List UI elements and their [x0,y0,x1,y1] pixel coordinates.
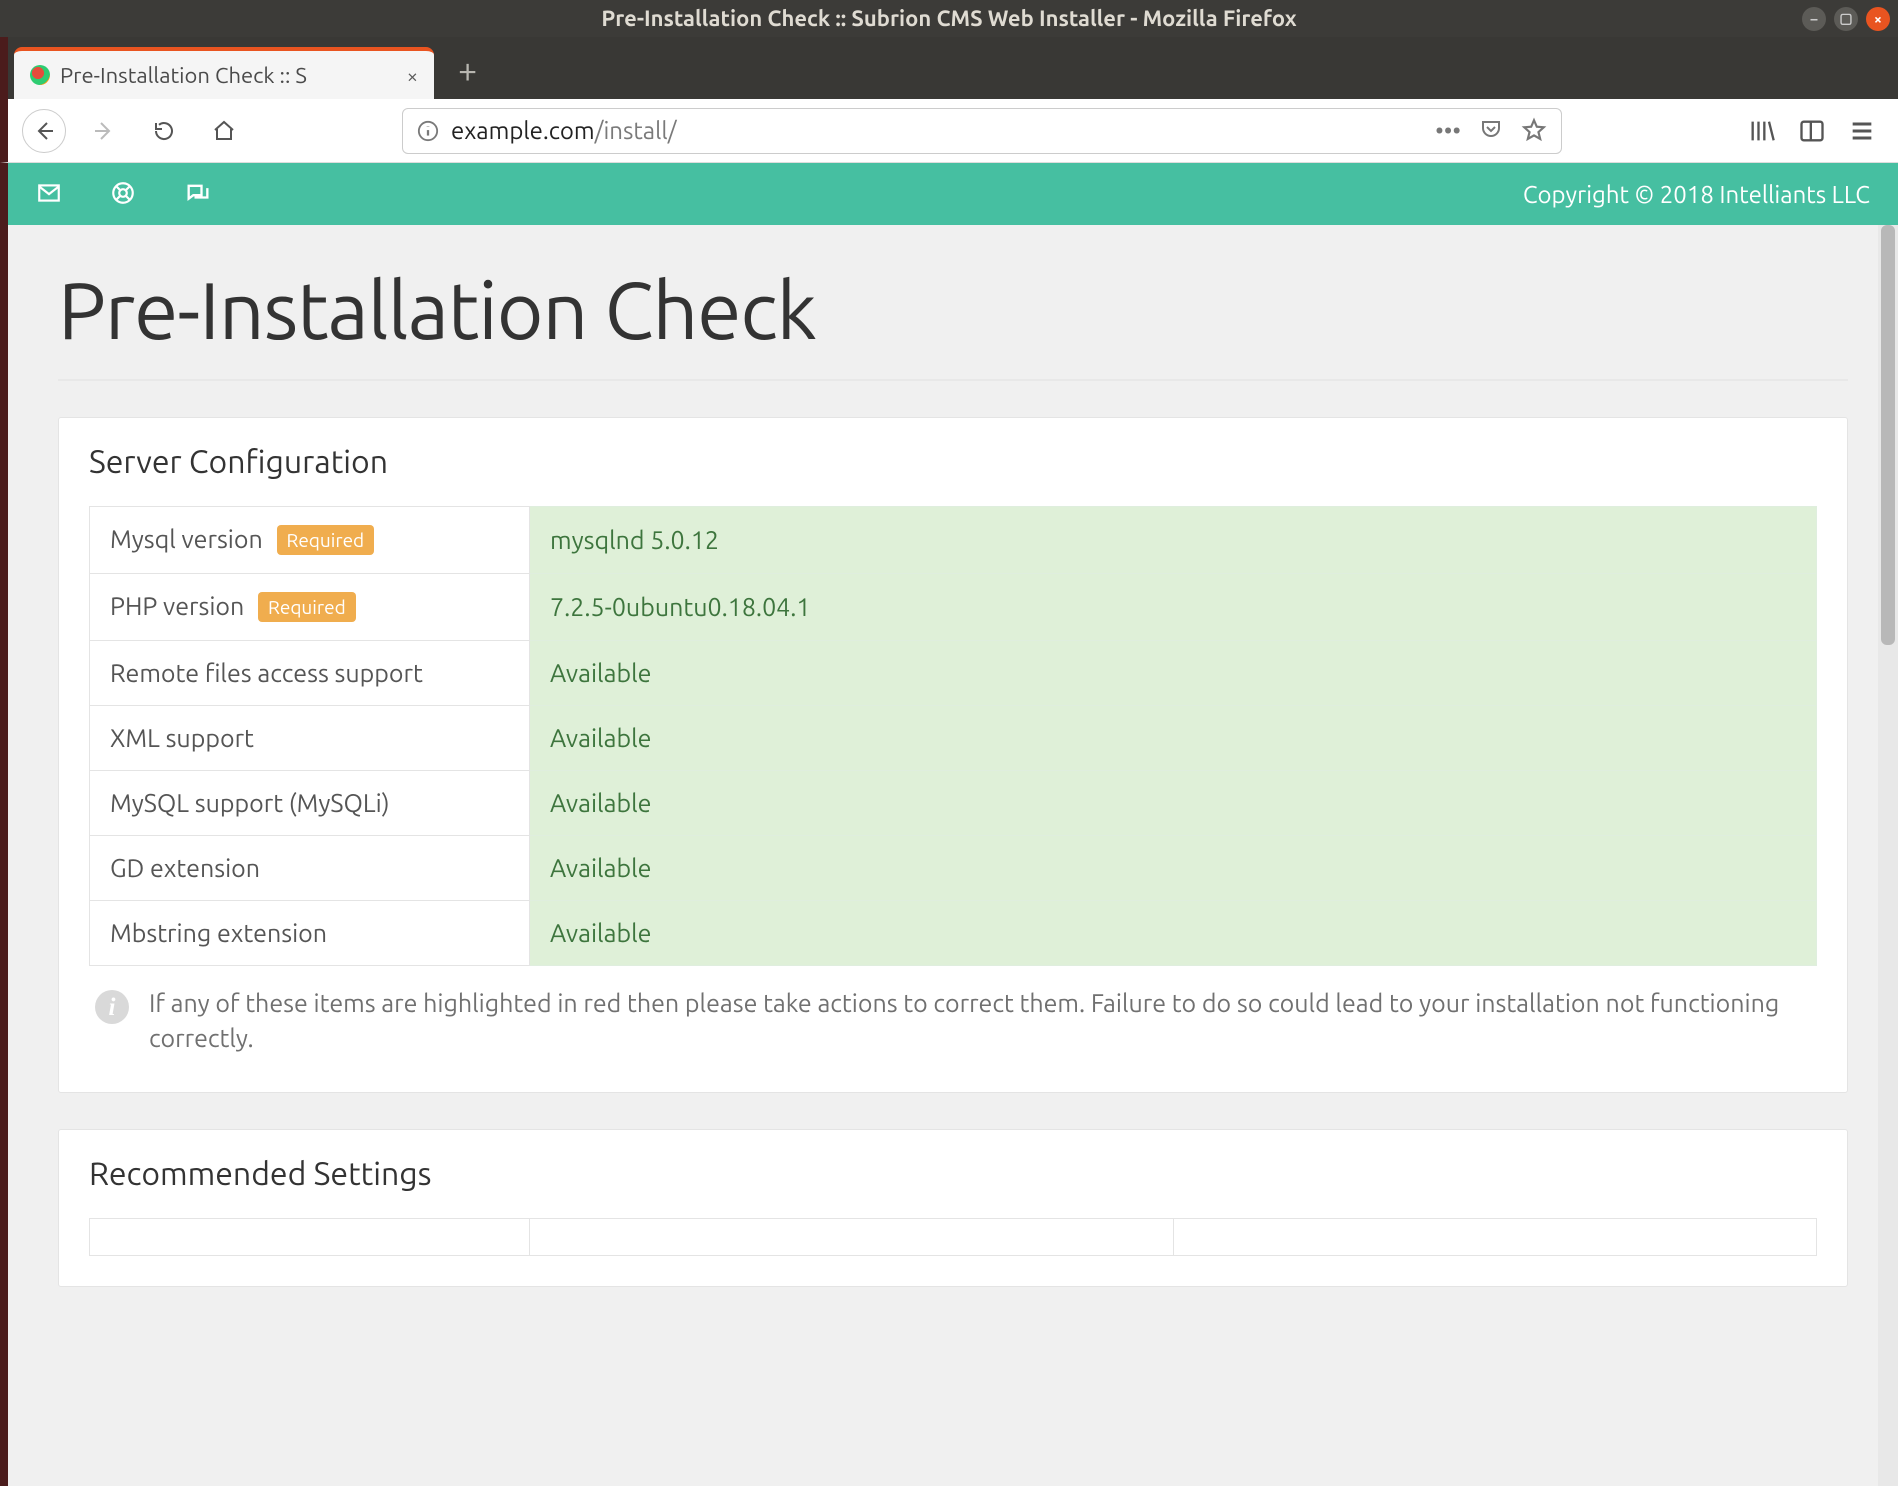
app-topbar: Copyright © 2018 Intelliants LLC [8,163,1898,225]
window-close-button[interactable]: × [1866,7,1890,31]
new-tab-button[interactable]: + [434,51,501,99]
scrollbar-track[interactable] [1878,225,1898,1486]
library-icon[interactable] [1748,117,1776,145]
check-value: mysqlnd 5.0.12 [530,507,1817,574]
window-controls: – ▢ × [1802,7,1890,31]
home-button[interactable] [202,109,246,153]
scrollbar-thumb[interactable] [1881,225,1895,645]
mail-icon[interactable] [36,180,62,206]
browser-tab[interactable]: Pre-Installation Check :: S × [14,47,434,99]
window-maximize-button[interactable]: ▢ [1834,7,1858,31]
reload-icon [152,119,176,143]
info-note-text: If any of these items are highlighted in… [149,986,1811,1056]
info-icon: i [95,990,129,1024]
chat-icon[interactable] [184,180,212,208]
panel-heading: Recommended Settings [59,1130,1847,1218]
browser-tabstrip: Pre-Installation Check :: S × + [0,37,1898,99]
recommended-settings-panel: Recommended Settings [58,1129,1848,1287]
table-row: Remote files access support Available [90,641,1817,706]
bookmark-star-icon[interactable] [1521,117,1547,143]
window-title: Pre-Installation Check :: Subrion CMS We… [601,6,1296,31]
site-info-icon[interactable] [417,120,439,142]
check-value: Available [530,641,1817,706]
server-config-table: Mysql version Requiredmysqlnd 5.0.12PHP … [89,506,1817,966]
sidebar-icon[interactable] [1798,117,1826,145]
check-label: GD extension [90,836,530,901]
server-config-panel: Server Configuration Mysql version Requi… [58,417,1848,1093]
table-row: Mysql version Requiredmysqlnd 5.0.12 [90,507,1817,574]
page-viewport: Copyright © 2018 Intelliants LLC Pre-Ins… [0,163,1898,1486]
check-value: Available [530,901,1817,966]
support-icon[interactable] [110,180,136,206]
page-title: Pre-Installation Check [58,265,1848,381]
home-icon [212,119,236,143]
recommended-settings-table [89,1218,1817,1256]
table-row: XML support Available [90,706,1817,771]
url-bar[interactable]: example.com/install/ ••• [402,108,1562,154]
check-label: Mysql version Required [90,507,530,574]
table-row: MySQL support (MySQLi) Available [90,771,1817,836]
check-label: MySQL support (MySQLi) [90,771,530,836]
url-text: example.com/install/ [451,117,677,144]
arrow-right-icon [92,119,116,143]
panel-heading: Server Configuration [59,418,1847,506]
copyright-text: Copyright © 2018 Intelliants LLC [1523,181,1870,208]
check-value: Available [530,706,1817,771]
window-minimize-button[interactable]: – [1802,7,1826,31]
info-note: i If any of these items are highlighted … [89,966,1817,1062]
arrow-left-icon [32,119,56,143]
tab-close-button[interactable]: × [407,64,418,87]
page-actions-icon[interactable]: ••• [1435,117,1461,144]
check-label: XML support [90,706,530,771]
required-badge: Required [277,525,375,555]
check-value: 7.2.5-0ubuntu0.18.04.1 [530,574,1817,641]
check-label: PHP version Required [90,574,530,641]
tab-title: Pre-Installation Check :: S [60,63,307,88]
hamburger-menu-icon[interactable] [1848,117,1876,145]
pocket-icon[interactable] [1479,117,1503,141]
table-row: GD extension Available [90,836,1817,901]
back-button[interactable] [22,109,66,153]
table-row: PHP version Required7.2.5-0ubuntu0.18.04… [90,574,1817,641]
check-value: Available [530,771,1817,836]
window-titlebar: Pre-Installation Check :: Subrion CMS We… [0,0,1898,37]
check-value: Available [530,836,1817,901]
reload-button[interactable] [142,109,186,153]
browser-toolbar: example.com/install/ ••• [0,99,1898,163]
forward-button[interactable] [82,109,126,153]
tab-favicon-icon [30,65,50,85]
check-label: Remote files access support [90,641,530,706]
required-badge: Required [258,592,356,622]
table-row: Mbstring extension Available [90,901,1817,966]
check-label: Mbstring extension [90,901,530,966]
